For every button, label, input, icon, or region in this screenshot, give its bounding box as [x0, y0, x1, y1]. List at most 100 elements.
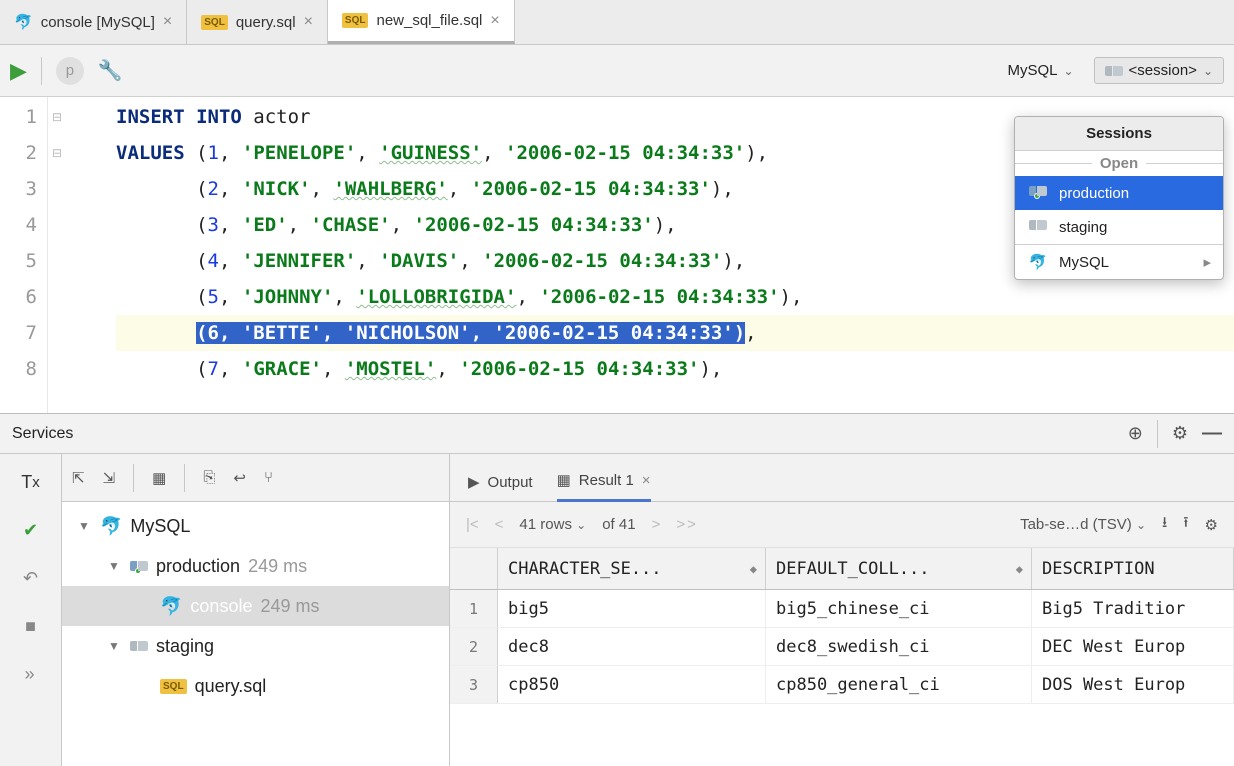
- tx-label[interactable]: Tx: [15, 460, 47, 504]
- prev-page-icon[interactable]: <: [495, 516, 504, 533]
- next-page-icon[interactable]: >: [652, 516, 661, 533]
- sql-icon: SQL: [201, 15, 228, 30]
- sort-icon[interactable]: ◆: [750, 562, 757, 576]
- expand-icon[interactable]: ▼: [108, 639, 122, 653]
- editor-toolbar: ▶ p 🔧 MySQL ⌄ <session> ⌄: [0, 45, 1234, 97]
- datasource-icon: [1029, 218, 1047, 232]
- datasource-icon: [130, 559, 148, 573]
- session-item[interactable]: production: [1015, 176, 1223, 210]
- chevron-down-icon: ⌄: [1203, 64, 1213, 78]
- output-tab[interactable]: ▶ Output: [468, 473, 533, 501]
- gear-icon[interactable]: ⚙: [1205, 516, 1218, 534]
- link-icon[interactable]: ↩: [233, 469, 246, 487]
- tx-mode-button[interactable]: p: [56, 57, 84, 85]
- close-icon[interactable]: ×: [490, 12, 499, 30]
- last-page-icon[interactable]: >>: [676, 516, 698, 533]
- grid-row[interactable]: 2dec8dec8_swedish_ciDEC West Europ: [450, 628, 1234, 666]
- sql-icon: SQL: [160, 679, 187, 694]
- first-page-icon[interactable]: |<: [466, 516, 479, 533]
- expand-all-icon[interactable]: ⇱: [72, 469, 85, 487]
- popup-section: Open: [1015, 151, 1223, 176]
- format-dropdown[interactable]: Tab-se…d (TSV) ⌄: [1020, 516, 1146, 533]
- session-dropdown[interactable]: <session> ⌄: [1094, 57, 1224, 84]
- separator: [1157, 420, 1158, 448]
- minimize-icon[interactable]: —: [1202, 422, 1222, 445]
- grid-cell[interactable]: DOS West Europ: [1032, 666, 1234, 703]
- import-icon[interactable]: ⭱: [1183, 512, 1188, 537]
- tree-node[interactable]: ▼production 249 ms: [62, 546, 449, 586]
- grid-cell[interactable]: Big5 Traditior: [1032, 590, 1234, 627]
- run-button[interactable]: ▶: [10, 58, 27, 84]
- separator: [41, 57, 42, 85]
- expand-icon[interactable]: ▼: [108, 559, 122, 573]
- grid-row[interactable]: 3cp850cp850_general_ciDOS West Europ: [450, 666, 1234, 704]
- tab-label: console [MySQL]: [41, 14, 155, 31]
- rows-total: of 41: [602, 516, 635, 533]
- collapse-all-icon[interactable]: ⇲: [103, 469, 116, 487]
- grid-row[interactable]: 1big5big5_chinese_ciBig5 Traditior: [450, 590, 1234, 628]
- editor-tab[interactable]: SQLnew_sql_file.sql×: [328, 0, 515, 44]
- export-icon[interactable]: ⭳: [1162, 512, 1167, 537]
- tree-node[interactable]: 🐬console 249 ms: [62, 586, 449, 626]
- layout-icon[interactable]: ▦: [152, 469, 166, 487]
- tree-node[interactable]: ▼staging: [62, 626, 449, 666]
- popup-item-label: MySQL: [1059, 254, 1109, 271]
- separator: [184, 464, 185, 492]
- grid-cell[interactable]: DEC West Europ: [1032, 628, 1234, 665]
- sessions-popup: Sessions Open productionstaging 🐬 MySQL …: [1014, 116, 1224, 280]
- new-console-icon[interactable]: ⎘: [203, 469, 215, 486]
- datasource-dropdown[interactable]: MySQL ⌄: [997, 58, 1083, 83]
- column-header[interactable]: DESCRIPTION: [1032, 548, 1234, 589]
- sort-icon[interactable]: ◆: [1016, 562, 1023, 576]
- editor-tab[interactable]: SQLquery.sql×: [187, 0, 328, 44]
- grid-cell[interactable]: cp850_general_ci: [766, 666, 1032, 703]
- column-header[interactable]: DEFAULT_COLL...◆: [766, 548, 1032, 589]
- grid-cell[interactable]: big5: [498, 590, 766, 627]
- session-label: <session>: [1129, 62, 1197, 79]
- rows-dropdown[interactable]: 41 rows ⌄: [519, 516, 586, 533]
- expand-icon[interactable]: ▼: [78, 519, 92, 533]
- session-item[interactable]: staging: [1015, 210, 1223, 244]
- row-number: 2: [450, 628, 498, 665]
- dolphin-icon: 🐬: [160, 596, 182, 617]
- duration: 249 ms: [248, 556, 307, 577]
- row-number: 1: [450, 590, 498, 627]
- tree-label: query.sql: [195, 676, 267, 697]
- grid-cell[interactable]: dec8: [498, 628, 766, 665]
- settings-icon[interactable]: 🔧: [98, 58, 123, 83]
- grid-cell[interactable]: cp850: [498, 666, 766, 703]
- tree-node[interactable]: ▼ 🐬 MySQL: [62, 506, 449, 546]
- close-icon[interactable]: ×: [304, 13, 313, 31]
- tree-node[interactable]: SQL query.sql: [62, 666, 449, 706]
- datasource-icon: [1029, 184, 1047, 198]
- rollback-icon[interactable]: ↶: [15, 556, 47, 600]
- column-header[interactable]: CHARACTER_SE...◆: [498, 548, 766, 589]
- tree-label: MySQL: [130, 516, 190, 537]
- services-title: Services: [12, 425, 73, 443]
- services-content: ▶ Output ▦ Result 1 × |< < 41 rows ⌄ of …: [450, 454, 1234, 766]
- close-icon[interactable]: ×: [163, 13, 172, 31]
- stop-icon[interactable]: ■: [15, 604, 47, 648]
- commit-icon[interactable]: ✔: [15, 508, 47, 552]
- grid-header: CHARACTER_SE...◆ DEFAULT_COLL...◆ DESCRI…: [450, 548, 1234, 590]
- more-icon[interactable]: »: [15, 652, 47, 696]
- grid-cell[interactable]: dec8_swedish_ci: [766, 628, 1032, 665]
- target-icon[interactable]: ⊕: [1128, 423, 1143, 444]
- dolphin-icon: 🐬: [1027, 253, 1049, 271]
- result-tab[interactable]: ▦ Result 1 ×: [557, 471, 651, 502]
- popup-datasource-item[interactable]: 🐬 MySQL ▸: [1015, 245, 1223, 279]
- datasource-label: MySQL: [1007, 62, 1057, 79]
- tab-label: Result 1: [579, 472, 634, 489]
- close-icon[interactable]: ×: [642, 472, 651, 489]
- services-tree[interactable]: ▼ 🐬 MySQL ▼production 249 ms🐬console 249 ms…: [62, 502, 449, 766]
- chevron-right-icon: ▸: [1203, 253, 1211, 271]
- dolphin-icon: 🐬: [100, 516, 122, 537]
- branch-icon[interactable]: ⑂: [264, 469, 273, 486]
- grid-cell[interactable]: big5_chinese_ci: [766, 590, 1032, 627]
- result-tabs: ▶ Output ▦ Result 1 ×: [450, 454, 1234, 502]
- editor-tab[interactable]: 🐬console [MySQL]×: [0, 0, 187, 44]
- result-grid[interactable]: CHARACTER_SE...◆ DEFAULT_COLL...◆ DESCRI…: [450, 548, 1234, 766]
- services-sidebar: Tx ✔ ↶ ■ »: [0, 454, 62, 766]
- gear-icon[interactable]: ⚙: [1172, 423, 1188, 444]
- services-tree-panel: ⇱ ⇲ ▦ ⎘ ↩ ⑂ ▼ 🐬 MySQL ▼production 249 ms🐬co…: [62, 454, 450, 766]
